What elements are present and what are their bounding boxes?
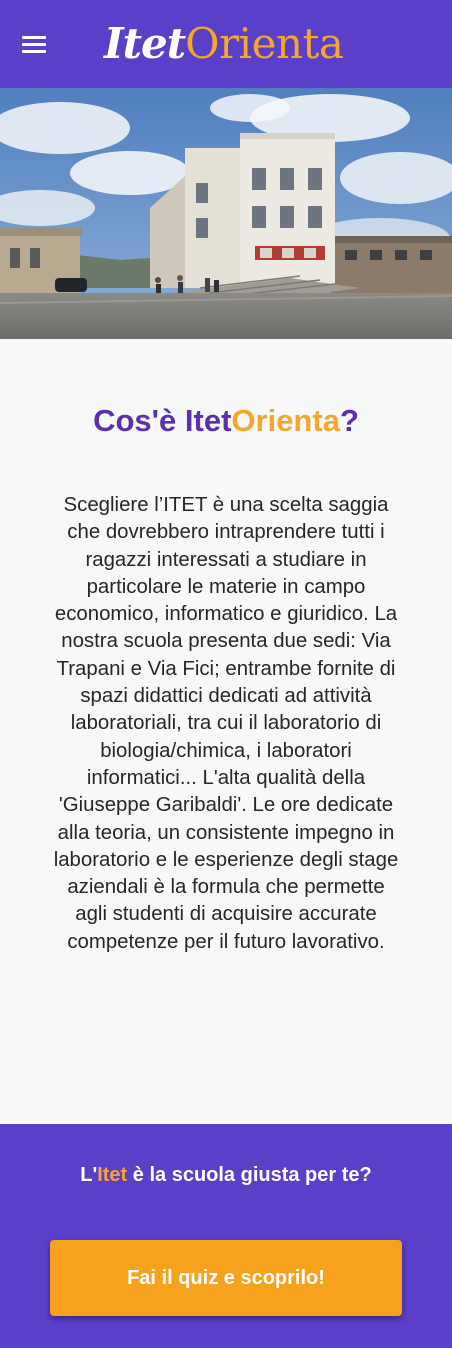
logo-orienta: Orienta [185,19,344,68]
app-logo[interactable]: ItetOrienta [104,14,344,74]
heading-text: Cos'è Itet [93,403,232,438]
quiz-prompt-suffix: è la scuola giusta per te? [127,1164,372,1186]
heading-question-mark: ? [339,403,359,438]
logo-itet: Itet [104,19,186,68]
heading-highlight: Orienta [231,403,340,438]
top-app-bar: ItetOrienta [0,0,452,88]
hamburger-menu-icon[interactable] [22,36,46,54]
quiz-prompt-highlight: Itet [97,1164,128,1186]
about-section: Cos'è ItetOrienta? Scegliere l’ITET è un… [0,339,452,1124]
school-description: Scegliere l’ITET è una scelta saggia che… [53,494,399,953]
quiz-prompt-prefix: L' [80,1164,98,1186]
quiz-prompt: L'Itet è la scuola giusta per te? [0,1161,452,1189]
section-heading: Cos'è ItetOrienta? [0,401,452,441]
hero-school-photo [0,88,452,339]
take-quiz-button[interactable]: Fai il quiz e scoprilo! [50,1240,402,1316]
quiz-section: L'Itet è la scuola giusta per te? Fai il… [0,1124,452,1348]
